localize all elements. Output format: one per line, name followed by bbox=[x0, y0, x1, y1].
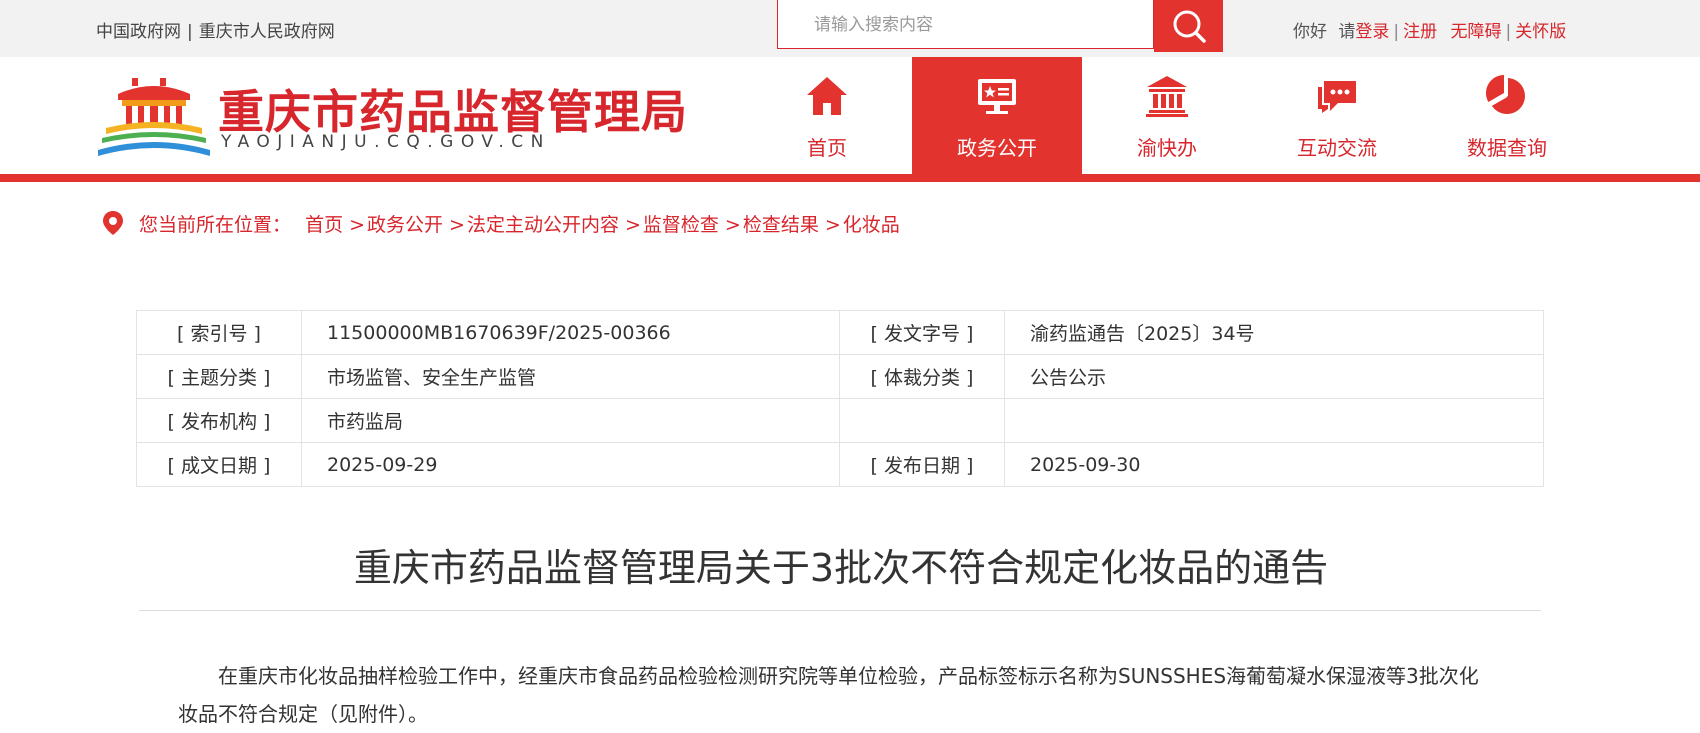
search-button[interactable] bbox=[1154, 0, 1223, 52]
nav-home[interactable]: 首页 bbox=[742, 57, 912, 174]
login-link[interactable]: 登录 bbox=[1355, 22, 1389, 42]
nav-label: 政务公开 bbox=[957, 136, 1037, 160]
issuer-value: 市药监局 bbox=[301, 398, 840, 443]
written-date-label: [ 成文日期 ] bbox=[136, 442, 302, 487]
register-link[interactable]: 注册 bbox=[1403, 22, 1437, 42]
search-icon bbox=[1173, 10, 1206, 43]
doc-number-value: 渝药监通告〔2025〕34号 bbox=[1004, 310, 1544, 355]
nav-yukuaiban[interactable]: 渝快办 bbox=[1082, 57, 1252, 174]
location-pin-icon bbox=[103, 211, 123, 235]
genre-label: [ 体裁分类 ] bbox=[839, 354, 1005, 399]
table-row: [ 成文日期 ] 2025-09-29 [ 发布日期 ] 2025-09-30 bbox=[136, 442, 1544, 487]
government-building-icon bbox=[1146, 76, 1188, 117]
written-date-value: 2025-09-29 bbox=[301, 442, 840, 487]
accessibility-link[interactable]: 无障碍 bbox=[1451, 22, 1502, 42]
index-number-label: [ 索引号 ] bbox=[136, 310, 302, 355]
publish-date-value: 2025-09-30 bbox=[1004, 442, 1544, 487]
site-domain: YAOJIANJU.CQ.GOV.CN bbox=[221, 132, 551, 152]
index-number-value: 11500000MB1670639F/2025-00366 bbox=[301, 310, 840, 355]
breadcrumb-trail: 您当前所在位置： 首页 > 政务公开 > 法定主动公开内容 > 监督检查 > 检查结果 > 化妆品 bbox=[139, 214, 900, 236]
empty-cell bbox=[1004, 398, 1544, 443]
greeting-text: 你好 bbox=[1293, 22, 1327, 42]
genre-value: 公告公示 bbox=[1004, 354, 1544, 399]
empty-cell bbox=[839, 398, 1005, 443]
nav-data-query[interactable]: 数据查询 bbox=[1422, 57, 1592, 174]
nav-label: 互动交流 bbox=[1297, 136, 1377, 160]
home-icon bbox=[807, 77, 847, 115]
doc-number-label: [ 发文字号 ] bbox=[839, 310, 1005, 355]
link-separator: | bbox=[1393, 22, 1400, 42]
gov-links: 中国政府网 | 重庆市人民政府网 bbox=[96, 17, 335, 42]
nav-interaction[interactable]: 互动交流 bbox=[1252, 57, 1422, 174]
link-separator: | bbox=[187, 22, 193, 42]
table-row: [ 索引号 ] 11500000MB1670639F/2025-00366 [ … bbox=[136, 310, 1544, 355]
user-links: 你好 请登录 | 注册 无障碍 | 关怀版 bbox=[1293, 17, 1566, 42]
link-chongqing-gov[interactable]: 重庆市人民政府网 bbox=[199, 22, 335, 42]
table-row: [ 发布机构 ] 市药监局 bbox=[136, 398, 1544, 443]
topic-value: 市场监管、安全生产监管 bbox=[301, 354, 840, 399]
breadcrumb-item[interactable]: 化妆品 bbox=[843, 214, 900, 236]
please-text: 请 bbox=[1338, 22, 1356, 42]
pie-chart-icon bbox=[1485, 75, 1525, 114]
header-divider bbox=[0, 174, 1700, 182]
care-mode-link[interactable]: 关怀版 bbox=[1515, 22, 1566, 42]
chat-bubble-icon bbox=[1318, 81, 1356, 113]
link-china-gov[interactable]: 中国政府网 bbox=[96, 22, 181, 42]
nav-label: 数据查询 bbox=[1467, 136, 1547, 160]
table-row: [ 主题分类 ] 市场监管、安全生产监管 [ 体裁分类 ] 公告公示 bbox=[136, 354, 1544, 399]
site-logo-icon[interactable] bbox=[98, 76, 210, 158]
breadcrumb-item[interactable]: 检查结果 bbox=[743, 214, 819, 236]
topic-label: [ 主题分类 ] bbox=[136, 354, 302, 399]
breadcrumb-item[interactable]: 监督检查 bbox=[643, 214, 719, 236]
article-title: 重庆市药品监督管理局关于3批次不符合规定化妆品的通告 bbox=[353, 546, 1329, 590]
nav-label: 首页 bbox=[807, 136, 847, 160]
monitor-star-icon bbox=[978, 79, 1016, 114]
breadcrumb-item[interactable]: 首页 bbox=[305, 214, 343, 236]
publish-date-label: [ 发布日期 ] bbox=[839, 442, 1005, 487]
breadcrumb-item[interactable]: 政务公开 bbox=[367, 214, 443, 236]
search-box bbox=[777, 0, 1154, 49]
nav-gov-affairs[interactable]: 政务公开 bbox=[912, 57, 1082, 174]
search-input[interactable] bbox=[812, 14, 1136, 36]
issuer-label: [ 发布机构 ] bbox=[136, 398, 302, 443]
document-metadata-table: [ 索引号 ] 11500000MB1670639F/2025-00366 [ … bbox=[136, 310, 1544, 487]
article-paragraph: 在重庆市化妆品抽样检验工作中，经重庆市食品药品检验检测研究院等单位检验，产品标签… bbox=[178, 664, 1479, 726]
nav-label: 渝快办 bbox=[1137, 136, 1197, 160]
link-separator: | bbox=[1505, 22, 1512, 42]
breadcrumb-item[interactable]: 法定主动公开内容 bbox=[467, 214, 619, 236]
title-divider bbox=[139, 610, 1541, 611]
breadcrumb-prefix: 您当前所在位置： bbox=[139, 214, 292, 236]
